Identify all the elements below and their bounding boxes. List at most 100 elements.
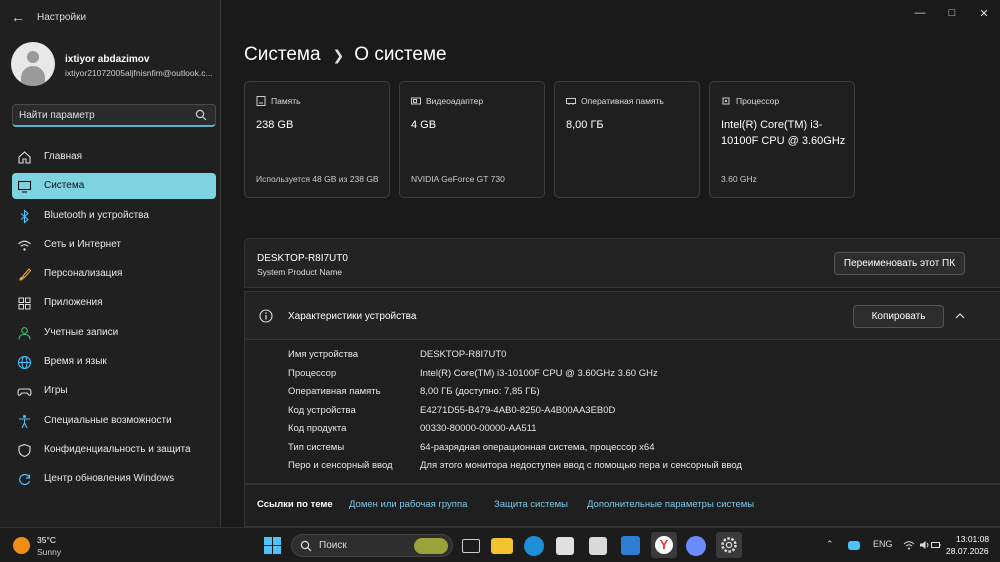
sidebar-item-privacy[interactable]: Конфиденциальность и защита — [12, 437, 216, 463]
battery-icon[interactable] — [931, 540, 941, 550]
window-controls: — □ ✕ — [904, 0, 1000, 26]
settings-search[interactable] — [12, 104, 216, 127]
search-icon[interactable] — [195, 109, 207, 121]
edge-icon[interactable] — [524, 536, 544, 556]
sidebar-item-bluetooth[interactable]: Bluetooth и устройства — [12, 203, 216, 229]
spec-value: 8,00 ГБ (доступно: 7,85 ГБ) — [420, 386, 540, 397]
window-title: Настройки — [37, 12, 87, 23]
weather-desc[interactable]: Sunny — [37, 547, 61, 557]
spec-key: Код устройства — [288, 404, 356, 416]
sidebar-item-label: Специальные возможности — [44, 414, 172, 426]
settings-gear-icon[interactable] — [716, 532, 742, 558]
pc-name-panel: DESKTOP-R8I7UT0 System Product Name Пере… — [244, 238, 1000, 288]
system-protection-link[interactable]: Защита системы — [494, 499, 568, 510]
card-subtitle: 3.60 GHz — [721, 174, 757, 184]
search-input[interactable] — [19, 108, 189, 123]
spec-cards: Память 238 GB Используется 48 GB из 238 … — [244, 81, 855, 198]
ram-card: Оперативная память 8,00 ГБ — [554, 81, 700, 198]
settings-window: ← Настройки ixtiyor abdazimov ixtiyor210… — [0, 0, 1000, 527]
card-title: Оперативная память — [581, 96, 664, 106]
sidebar-item-label: Bluetooth и устройства — [44, 209, 149, 221]
sidebar-item-label: Центр обновления Windows — [44, 473, 175, 485]
sidebar-item-accessibility[interactable]: Специальные возможности — [12, 408, 216, 434]
sidebar-item-home[interactable]: Главная — [12, 144, 216, 170]
file-explorer-icon[interactable] — [491, 538, 513, 554]
globe-icon — [17, 356, 32, 370]
storage-icon — [256, 96, 266, 106]
device-specs-header[interactable]: Характеристики устройства Копировать — [244, 291, 1000, 340]
breadcrumb-parent[interactable]: Система — [244, 44, 321, 66]
accessibility-icon — [19, 414, 30, 428]
card-value: Intel(R) Core(TM) i3-10100F CPU @ 3.60GH… — [721, 119, 846, 147]
spec-key: Оперативная память — [288, 386, 381, 397]
section-title: Характеристики устройства — [288, 311, 417, 322]
yandex-browser-icon[interactable]: Y — [651, 532, 677, 558]
spec-value: Intel(R) Core(TM) i3-10100F CPU @ 3.60GH… — [420, 367, 658, 379]
sidebar-item-label: Конфиденциальность и защита — [44, 443, 191, 455]
sun-icon[interactable] — [13, 537, 30, 554]
card-value: 4 GB — [411, 119, 437, 131]
sidebar-item-network[interactable]: Сеть и Интернет — [12, 232, 216, 258]
clock-date[interactable]: 28.07.2026 — [946, 546, 989, 556]
taskbar-search-label: Поиск — [319, 540, 347, 551]
sidebar-item-label: Система — [44, 180, 85, 192]
clock-time[interactable]: 13:01:08 — [956, 534, 989, 544]
sidebar-item-gaming[interactable]: Игры — [12, 378, 216, 404]
minimize-button[interactable]: — — [904, 0, 936, 26]
sidebar-item-apps[interactable]: Приложения — [12, 290, 216, 316]
cloud-icon[interactable] — [848, 541, 860, 550]
spec-value: 64-разрядная операционная система, проце… — [420, 441, 655, 453]
domain-workgroup-link[interactable]: Домен или рабочая группа — [349, 499, 467, 510]
gpu-icon — [411, 97, 421, 105]
card-value: 238 GB — [256, 119, 294, 131]
home-icon — [18, 151, 31, 164]
sidebar: ← Настройки ixtiyor abdazimov ixtiyor210… — [0, 0, 220, 527]
wifi-icon — [18, 240, 31, 251]
avatar[interactable] — [11, 42, 55, 86]
spec-value: Для этого монитора недоступен ввод с пом… — [420, 460, 742, 471]
windows-start-icon[interactable] — [264, 537, 281, 554]
advanced-system-settings-link[interactable]: Дополнительные параметры системы — [587, 499, 754, 510]
sidebar-item-system[interactable]: Система — [12, 173, 216, 200]
info-icon — [259, 309, 273, 323]
card-title: Видеоадаптер — [426, 96, 484, 106]
store-icon[interactable] — [556, 537, 574, 555]
wifi-icon[interactable] — [903, 540, 915, 550]
messenger-icon[interactable] — [686, 536, 706, 556]
sidebar-item-accounts[interactable]: Учетные записи — [12, 320, 216, 346]
spec-value: DESKTOP-R8I7UT0 — [420, 349, 507, 360]
sidebar-item-windows-update[interactable]: Центр обновления Windows — [12, 466, 216, 492]
close-button[interactable]: ✕ — [968, 0, 1000, 26]
user-name: ixtiyor abdazimov — [65, 54, 150, 65]
copy-button[interactable]: Копировать — [853, 305, 944, 328]
spec-value: E4271D55-B479-4AB0-8250-A4B00AA3EB0D — [420, 404, 616, 416]
back-arrow-icon[interactable]: ← — [11, 9, 25, 25]
photos-icon[interactable] — [589, 537, 607, 555]
bluetooth-icon — [20, 208, 29, 224]
related-links: Ссылки по теме Домен или рабочая группа … — [244, 484, 1000, 527]
sidebar-nav: Главная Система Bluetooth и устройства С… — [12, 144, 216, 496]
system-icon — [17, 181, 32, 193]
weather-temp[interactable]: 35°C — [37, 535, 56, 545]
chevron-up-icon[interactable]: ⌃ — [826, 539, 834, 550]
volume-icon[interactable] — [919, 540, 931, 550]
gamepad-icon — [17, 388, 32, 397]
pc-name: DESKTOP-R8I7UT0 — [257, 253, 348, 264]
page-title: О системе — [354, 44, 447, 65]
pc-model: System Product Name — [257, 267, 343, 277]
sidebar-item-label: Главная — [44, 151, 83, 162]
taskbar-search[interactable]: Поиск — [291, 534, 453, 557]
sidebar-item-time-language[interactable]: Время и язык — [12, 349, 216, 375]
chevron-up-icon[interactable] — [953, 309, 967, 323]
task-view-icon[interactable] — [462, 539, 480, 553]
search-icon — [300, 540, 312, 552]
language-indicator[interactable]: ENG — [873, 539, 893, 549]
spec-key: Имя устройства — [288, 349, 359, 360]
sidebar-item-label: Время и язык — [44, 356, 107, 368]
sidebar-item-personalization[interactable]: Персонализация — [12, 261, 216, 287]
maximize-button[interactable]: □ — [936, 0, 968, 26]
shield-icon — [18, 443, 31, 458]
app-icon[interactable] — [621, 536, 640, 555]
rename-pc-button[interactable]: Переименовать этот ПК — [834, 252, 965, 275]
spec-key: Процессор — [288, 367, 337, 379]
